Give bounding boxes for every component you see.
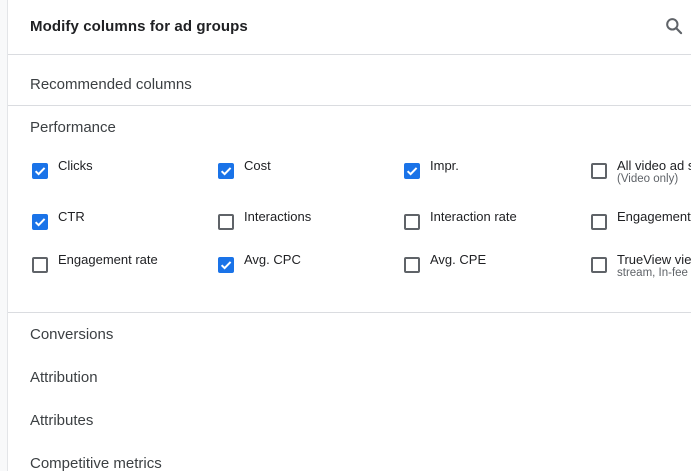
- column-option-label: Avg. CPE: [430, 252, 487, 267]
- column-option-label: Interactions: [244, 209, 312, 224]
- check-icon: [220, 261, 232, 270]
- column-option-label: Cost: [244, 158, 271, 173]
- checkbox-checked[interactable]: [32, 163, 48, 179]
- column-option-label: Avg. CPC: [244, 252, 301, 267]
- checkbox-unchecked[interactable]: [591, 163, 607, 179]
- performance-section-title: Performance: [30, 119, 116, 136]
- column-option-label: CTR: [58, 209, 85, 224]
- column-option-label: Engagements: [617, 209, 691, 224]
- column-option-label: Impr.: [430, 158, 459, 173]
- check-icon: [34, 167, 46, 176]
- column-option-sublabel: stream, In-fee: [617, 267, 688, 279]
- category-attributes[interactable]: Attributes: [30, 412, 93, 429]
- check-icon: [220, 167, 232, 176]
- checkbox-checked[interactable]: [32, 214, 48, 230]
- column-option-label: Engagement rate: [58, 252, 158, 267]
- column-option-label: Interaction rate: [430, 209, 517, 224]
- search-icon[interactable]: [664, 16, 684, 36]
- checkbox-unchecked[interactable]: [591, 257, 607, 273]
- column-option-label: Clicks: [58, 158, 93, 173]
- checkbox-checked[interactable]: [218, 163, 234, 179]
- checkbox-unchecked[interactable]: [404, 214, 420, 230]
- checkbox-unchecked[interactable]: [32, 257, 48, 273]
- panel-header: Modify columns for ad groups: [8, 0, 691, 55]
- recommended-columns-label: Recommended columns: [30, 76, 192, 93]
- left-panel-edge: [0, 0, 8, 471]
- checkbox-unchecked[interactable]: [404, 257, 420, 273]
- column-option-label: TrueView view: [617, 252, 691, 267]
- checkbox-checked[interactable]: [404, 163, 420, 179]
- column-option-label: All video ad s: [617, 158, 691, 173]
- checkbox-unchecked[interactable]: [218, 214, 234, 230]
- checkbox-unchecked[interactable]: [591, 214, 607, 230]
- check-icon: [406, 167, 418, 176]
- modify-columns-panel: Modify columns for ad groups Recommended…: [8, 0, 691, 471]
- category-competitive-metrics[interactable]: Competitive metrics: [30, 455, 162, 471]
- performance-divider: [8, 312, 691, 313]
- category-attribution[interactable]: Attribution: [30, 369, 98, 386]
- check-icon: [34, 218, 46, 227]
- checkbox-checked[interactable]: [218, 257, 234, 273]
- panel-title: Modify columns for ad groups: [30, 18, 248, 35]
- column-option-sublabel: (Video only): [617, 173, 679, 185]
- recommended-columns-section[interactable]: Recommended columns: [8, 55, 691, 106]
- category-conversions[interactable]: Conversions: [30, 326, 113, 343]
